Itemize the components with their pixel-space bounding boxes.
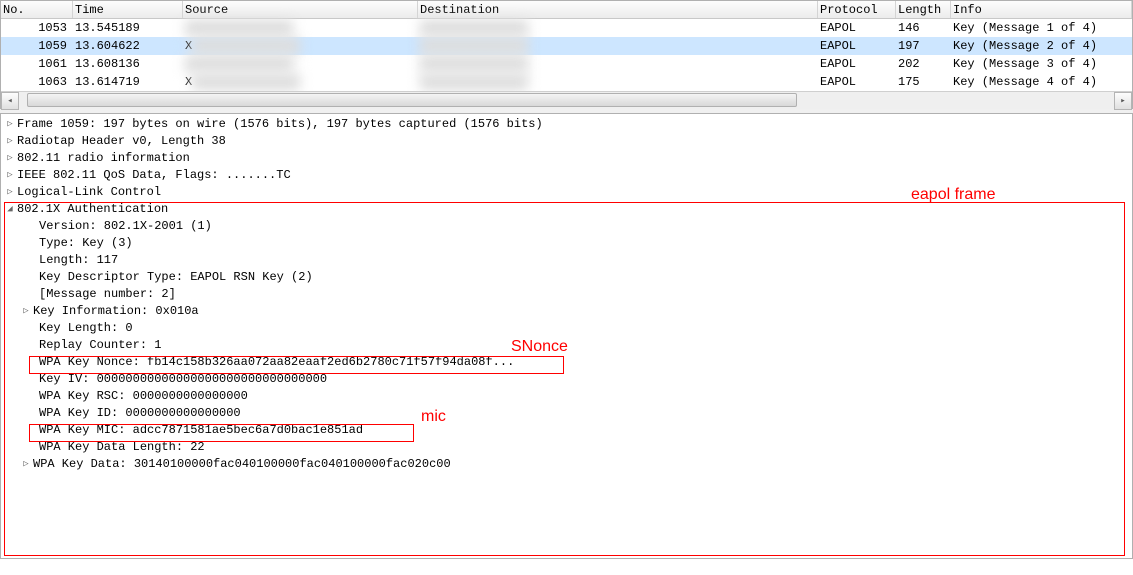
cell-len: 202 [896, 55, 951, 73]
scroll-left-button[interactable]: ◂ [1, 92, 19, 110]
field-wpa-key-id[interactable]: WPA Key ID: 0000000000000000 [1, 405, 1132, 422]
field-type[interactable]: Type: Key (3) [1, 235, 1132, 252]
cell-proto: EAPOL [818, 37, 896, 55]
col-header-info[interactable]: Info [951, 1, 1132, 18]
cell-proto: EAPOL [818, 55, 896, 73]
col-header-no[interactable]: No. [1, 1, 73, 18]
scroll-thumb[interactable] [27, 93, 797, 107]
expand-icon[interactable]: ▷ [5, 133, 15, 150]
col-header-length[interactable]: Length [896, 1, 951, 18]
cell-len: 146 [896, 19, 951, 37]
tree-ieee80211[interactable]: ▷IEEE 802.11 QoS Data, Flags: .......TC [1, 167, 1132, 184]
tree-8021x-auth[interactable]: ◢802.1X Authentication [1, 201, 1132, 218]
field-wpa-key-data-length[interactable]: WPA Key Data Length: 22 [1, 439, 1132, 456]
cell-info: Key (Message 2 of 4) [951, 37, 1132, 55]
cell-dst: xxxxxxxxxxxxxxx [418, 19, 818, 37]
tree-80211-radio[interactable]: ▷802.11 radio information [1, 150, 1132, 167]
cell-time: 13.545189 [73, 19, 183, 37]
expand-icon[interactable]: ▷ [5, 116, 15, 133]
expand-icon[interactable]: ▷ [5, 184, 15, 201]
cell-src: Xxxxxxxxxxxxxxxx [183, 37, 418, 55]
expand-icon[interactable]: ▷ [21, 303, 31, 320]
packet-detail-pane: ▷Frame 1059: 197 bytes on wire (1576 bit… [0, 113, 1133, 559]
cell-proto: EAPOL [818, 19, 896, 37]
cell-dst: xxxxxxxxxxxxxxx [418, 55, 818, 73]
field-length[interactable]: Length: 117 [1, 252, 1132, 269]
cell-info: Key (Message 4 of 4) [951, 73, 1132, 91]
cell-dst: xxxxxxxxxxxxxxx [418, 37, 818, 55]
cell-len: 197 [896, 37, 951, 55]
field-key-info[interactable]: ▷Key Information: 0x010a [1, 303, 1132, 320]
tree-frame[interactable]: ▷Frame 1059: 197 bytes on wire (1576 bit… [1, 116, 1132, 133]
packet-row[interactable]: 106313.614719Xxxxxxxxxxxxxxxxxxxxxxxxxxx… [1, 73, 1132, 91]
field-wpa-key-rsc[interactable]: WPA Key RSC: 0000000000000000 [1, 388, 1132, 405]
cell-no: 1059 [1, 37, 73, 55]
collapse-icon[interactable]: ◢ [5, 201, 15, 218]
field-wpa-key-mic[interactable]: WPA Key MIC: adcc7871581ae5bec6a7d0bac1e… [1, 422, 1132, 439]
col-header-time[interactable]: Time [73, 1, 183, 18]
tree-llc[interactable]: ▷Logical-Link Control [1, 184, 1132, 201]
cell-no: 1053 [1, 19, 73, 37]
field-message-number[interactable]: [Message number: 2] [1, 286, 1132, 303]
cell-info: Key (Message 1 of 4) [951, 19, 1132, 37]
col-header-protocol[interactable]: Protocol [818, 1, 896, 18]
cell-src: xxxxxxxxxxxxxxx [183, 55, 418, 73]
packet-list-pane: No. Time Source Destination Protocol Len… [0, 0, 1133, 109]
cell-src: Xxxxxxxxxxxxxxxx [183, 73, 418, 91]
horizontal-scrollbar[interactable]: ◂ ▸ [1, 91, 1132, 109]
cell-time: 13.608136 [73, 55, 183, 73]
packet-row[interactable]: 105313.545189xxxxxxxxxxxxxxxxxxxxxxxxxxx… [1, 19, 1132, 37]
cell-no: 1063 [1, 73, 73, 91]
cell-no: 1061 [1, 55, 73, 73]
cell-time: 13.604622 [73, 37, 183, 55]
cell-proto: EAPOL [818, 73, 896, 91]
field-wpa-key-data[interactable]: ▷WPA Key Data: 30140100000fac040100000fa… [1, 456, 1132, 473]
field-key-length[interactable]: Key Length: 0 [1, 320, 1132, 337]
packet-row[interactable]: 106113.608136xxxxxxxxxxxxxxxxxxxxxxxxxxx… [1, 55, 1132, 73]
cell-info: Key (Message 3 of 4) [951, 55, 1132, 73]
expand-icon[interactable]: ▷ [21, 456, 31, 473]
col-header-source[interactable]: Source [183, 1, 418, 18]
cell-time: 13.614719 [73, 73, 183, 91]
scroll-right-button[interactable]: ▸ [1114, 92, 1132, 110]
packet-row[interactable]: 105913.604622Xxxxxxxxxxxxxxxxxxxxxxxxxxx… [1, 37, 1132, 55]
tree-radiotap[interactable]: ▷Radiotap Header v0, Length 38 [1, 133, 1132, 150]
field-wpa-key-nonce[interactable]: WPA Key Nonce: fb14c158b326aa072aa82eaaf… [1, 354, 1132, 371]
field-replay-counter[interactable]: Replay Counter: 1 [1, 337, 1132, 354]
expand-icon[interactable]: ▷ [5, 150, 15, 167]
col-header-destination[interactable]: Destination [418, 1, 818, 18]
cell-len: 175 [896, 73, 951, 91]
cell-dst: xxxxxxxxxxxxxxx [418, 73, 818, 91]
cell-src: xxxxxxxxxxxxxxx [183, 19, 418, 37]
field-key-iv[interactable]: Key IV: 00000000000000000000000000000000 [1, 371, 1132, 388]
packet-list-header: No. Time Source Destination Protocol Len… [1, 1, 1132, 19]
field-version[interactable]: Version: 802.1X-2001 (1) [1, 218, 1132, 235]
field-key-descriptor[interactable]: Key Descriptor Type: EAPOL RSN Key (2) [1, 269, 1132, 286]
expand-icon[interactable]: ▷ [5, 167, 15, 184]
